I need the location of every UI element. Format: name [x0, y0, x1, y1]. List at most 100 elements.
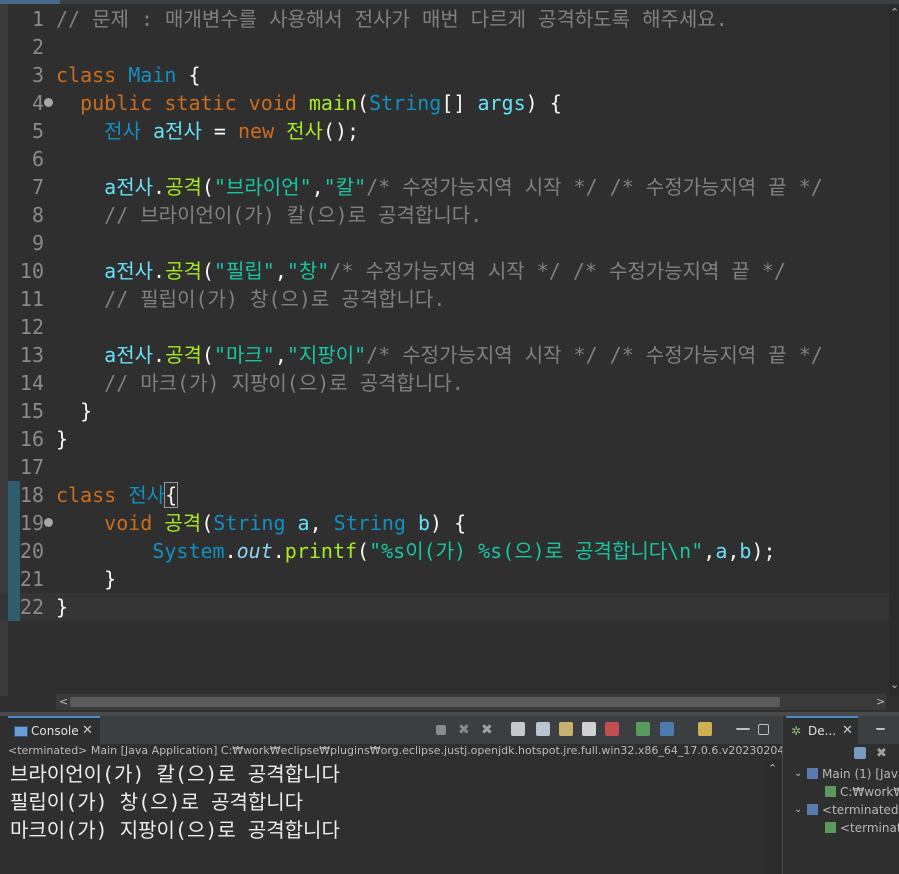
code-line[interactable]: 19 void 공격(String a, String b) {	[0, 509, 889, 537]
console-scrollbar[interactable]: ⌃	[763, 760, 781, 874]
remove-all-terminated-icon[interactable]: ✖	[481, 722, 495, 738]
code-line[interactable]: 14 // 마크(가) 지팡이(으)로 공격합니다.	[0, 369, 889, 397]
editor-vertical-scrollbar[interactable]: ⌃ ⌄	[889, 4, 899, 696]
code-line[interactable]: 11 // 필립이(가) 창(으)로 공격합니다.	[0, 285, 889, 313]
code-token: 전사	[56, 119, 154, 143]
code-line[interactable]: 12	[0, 313, 889, 341]
code-line[interactable]: 21 }	[0, 565, 889, 593]
close-icon[interactable]: ✕	[842, 723, 853, 738]
close-icon[interactable]: ✕	[82, 723, 93, 738]
scroll-left-arrow-icon[interactable]: <	[59, 695, 68, 708]
scroll-up-arrow-icon[interactable]: ⌃	[890, 6, 899, 19]
line-number: 7	[31, 175, 44, 199]
code-text: class 전사{	[56, 481, 179, 509]
code-token: {	[164, 482, 179, 508]
code-token: );	[751, 539, 776, 563]
minimize-icon[interactable]	[876, 724, 885, 730]
code-token: "브라이언"	[213, 175, 312, 199]
console-output-line: 브라이언이(가) 칼(으)로 공격합니다	[10, 762, 340, 786]
code-line[interactable]: 2	[0, 33, 889, 61]
code-line[interactable]: 10 a전사.공격("필립","창"/* 수정가능지역 시작 */ /* 수정가…	[0, 257, 889, 285]
scroll-right-arrow-icon[interactable]: >	[876, 695, 885, 708]
console-view: Console ✕ ✖ ✖ <terminated> Main [Java Ap…	[8, 716, 783, 874]
line-number: 12	[19, 315, 44, 339]
code-token: class	[56, 483, 129, 507]
remove-launch-icon[interactable]: ✖	[458, 722, 472, 738]
code-token: ,	[274, 259, 287, 283]
code-line[interactable]: 7 a전사.공격("브라이언","칼"/* 수정가능지역 시작 */ /* 수정…	[0, 173, 889, 201]
line-number: 17	[19, 455, 44, 479]
code-line[interactable]: 16}	[0, 425, 889, 453]
code-line[interactable]: 1 // 문제 : 매개변수를 사용해서 전사가 매번 다르게 공격하도록 해주세…	[0, 5, 889, 33]
code-line[interactable]: 22}	[0, 593, 889, 621]
code-token: // 브라이언이(가) 칼(으)로 공격합니다.	[56, 203, 483, 227]
code-token: ) {	[525, 91, 562, 115]
expand-chevron-icon[interactable]: ⌄	[794, 765, 802, 783]
tab-debug[interactable]: ✲ De... ✕	[786, 716, 858, 744]
code-token: a전사	[56, 175, 154, 199]
code-text: public static void main(String[] args) {	[56, 89, 562, 117]
show-on-error-icon[interactable]	[582, 722, 596, 736]
editor-horizontal-scrollbar[interactable]: < >	[56, 694, 886, 710]
code-line[interactable]: 18 class 전사{	[0, 481, 889, 509]
show-on-output-icon[interactable]	[559, 722, 573, 736]
code-line[interactable]: 13 a전사.공격("마크","지팡이"/* 수정가능지역 시작 */ /* 수…	[0, 341, 889, 369]
code-editor[interactable]: 1 // 문제 : 매개변수를 사용해서 전사가 매번 다르게 공격하도록 해주세…	[0, 4, 899, 696]
code-token: 공격	[165, 175, 202, 199]
tab-console[interactable]: Console ✕	[8, 716, 100, 744]
fold-toggle-icon[interactable]	[44, 98, 53, 107]
code-line[interactable]: 17	[0, 453, 889, 481]
display-selected-console-icon[interactable]	[636, 722, 650, 736]
code-text: // 브라이언이(가) 칼(으)로 공격합니다.	[56, 201, 482, 229]
code-token: 전사	[128, 483, 166, 507]
horizontal-scroll-thumb[interactable]	[70, 697, 780, 707]
remove-terminated-icon[interactable]: ✖	[876, 746, 890, 761]
code-token: ,	[309, 511, 334, 535]
code-token: printf	[284, 539, 358, 563]
terminate-icon[interactable]	[436, 725, 446, 735]
minimize-icon[interactable]	[736, 724, 750, 730]
code-line[interactable]: 6	[0, 145, 889, 173]
expand-chevron-icon[interactable]: ⌄	[794, 801, 802, 819]
code-token: .	[272, 539, 285, 563]
code-token: []	[441, 91, 478, 115]
code-token: Main	[128, 63, 177, 87]
code-token: new	[237, 119, 287, 143]
code-token: 공격	[165, 343, 202, 367]
debug-view: ✲ De... ✕ ✖ ⌄ Main (1) [Java Application]…	[786, 716, 899, 874]
line-number: 11	[19, 287, 44, 311]
pin-console-icon[interactable]	[605, 722, 619, 736]
line-number: 9	[31, 231, 44, 255]
scroll-down-arrow-icon[interactable]: ⌄	[890, 678, 899, 691]
code-line[interactable]: 3 class Main {	[0, 61, 889, 89]
code-line[interactable]: 20 System.out.printf("%s이(가) %s(으)로 공격합니…	[0, 537, 889, 565]
collapse-all-icon[interactable]	[854, 747, 866, 759]
scroll-lock-icon[interactable]	[511, 722, 525, 736]
launch-icon	[807, 768, 818, 779]
code-text: }	[56, 425, 68, 453]
fold-toggle-icon[interactable]	[44, 518, 53, 527]
code-line[interactable]: 4 public static void main(String[] args)…	[0, 89, 889, 117]
code-line[interactable]: 15 }	[0, 397, 889, 425]
code-text: // 마크(가) 지팡이(으)로 공격합니다.	[56, 369, 464, 397]
debug-tab-label: De...	[808, 724, 837, 738]
scroll-up-arrow-icon[interactable]: ⌃	[768, 762, 777, 775]
word-wrap-icon[interactable]	[536, 722, 550, 736]
line-number: 21	[19, 567, 44, 591]
line-number: 13	[19, 343, 44, 367]
code-line[interactable]: 8 // 브라이언이(가) 칼(으)로 공격합니다.	[0, 201, 889, 229]
code-line[interactable]: 5 전사 a전사 = new 전사();	[0, 117, 889, 145]
code-line[interactable]: 9	[0, 229, 889, 257]
process-icon	[825, 822, 836, 833]
code-token: a전사	[153, 119, 202, 143]
code-token: ) {	[430, 511, 467, 535]
code-token: args	[477, 91, 526, 115]
new-console-icon[interactable]	[698, 722, 712, 736]
open-console-icon[interactable]	[660, 722, 674, 736]
code-text: void 공격(String a, String b) {	[56, 509, 466, 537]
code-token: .	[153, 343, 166, 367]
code-token: a전사	[56, 343, 154, 367]
code-token: {	[176, 63, 201, 87]
maximize-icon[interactable]	[758, 724, 769, 735]
console-icon	[14, 726, 28, 737]
